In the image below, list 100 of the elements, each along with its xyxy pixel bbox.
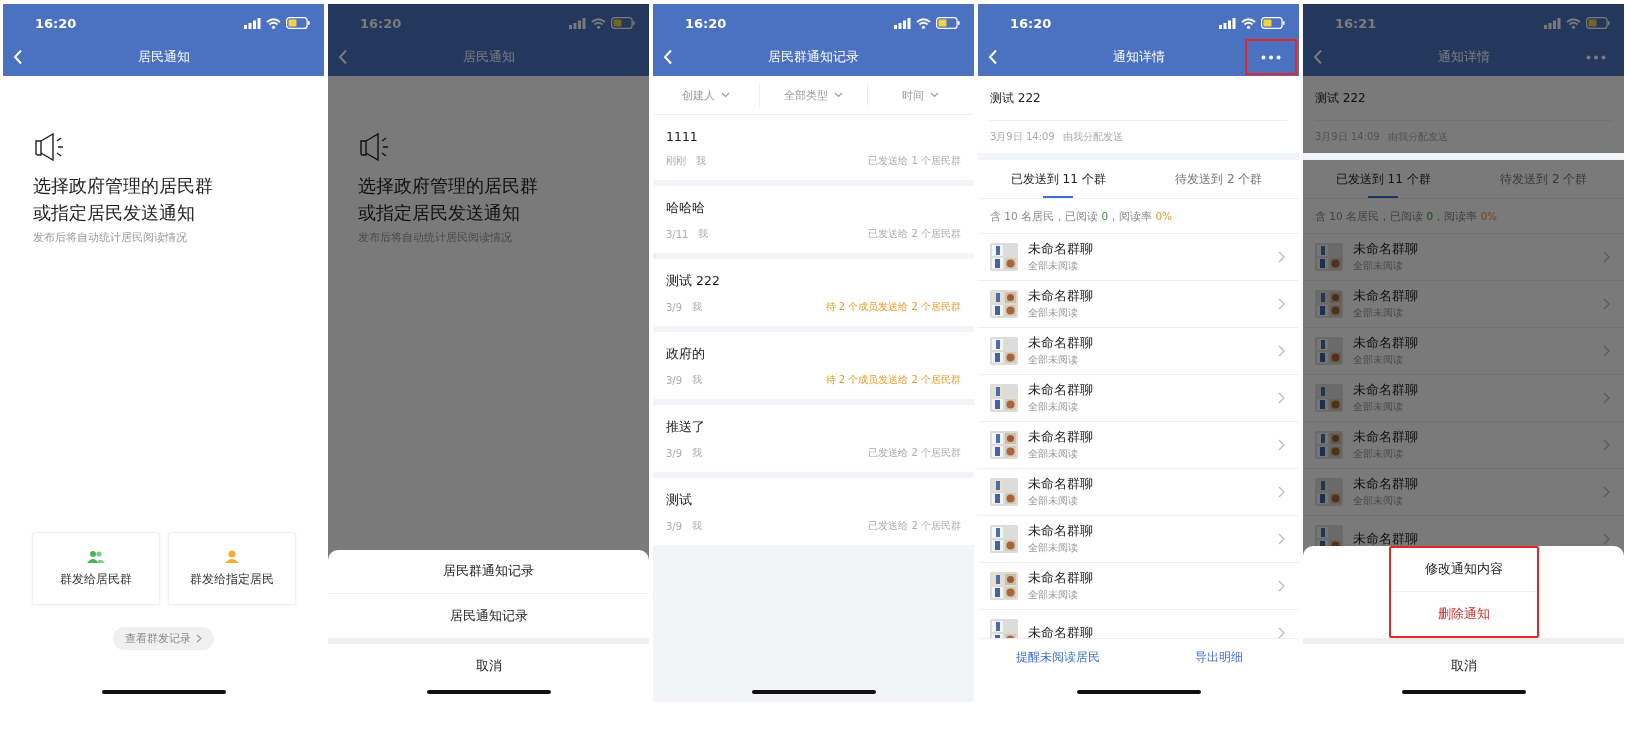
group-name: 未命名群聊 — [1028, 476, 1093, 493]
group-row[interactable]: 未命名群聊 全部未阅读 — [978, 375, 1299, 422]
sheet-option[interactable]: 删除通知 — [1390, 592, 1537, 636]
chevron-icon — [1278, 345, 1285, 357]
group-name: 未命名群聊 — [1028, 382, 1093, 399]
group-name: 未命名群聊 — [1028, 570, 1093, 587]
group-name: 未命名群聊 — [1353, 382, 1418, 399]
back-icon — [338, 49, 348, 65]
record-author: 我 — [692, 519, 703, 533]
footer-link[interactable]: 提醒未阅读居民 — [978, 639, 1139, 676]
group-read-status: 全部未阅读 — [1028, 353, 1078, 367]
group-name: 未命名群聊 — [1353, 530, 1418, 548]
record-date: 3/9 — [666, 374, 683, 386]
more-button[interactable] — [1245, 39, 1297, 75]
group-row[interactable]: 未命名群聊 全部未阅读 — [978, 328, 1299, 375]
back-icon — [988, 49, 998, 65]
send-to-residents-card[interactable]: 群发给指定居民 — [167, 532, 296, 605]
group-row[interactable]: 未命名群聊 全部未阅读 — [978, 563, 1299, 610]
sheet-option[interactable]: 居民通知记录 — [328, 594, 649, 638]
battery-icon — [286, 17, 310, 29]
headline: 选择政府管理的居民群或指定居民发送通知 — [33, 174, 214, 225]
record-status: 已发送给 2 个居民群 — [868, 227, 961, 241]
subtitle: 发布后将自动统计居民阅读情况 — [33, 230, 188, 245]
battery-icon — [1261, 17, 1285, 29]
record-author: 我 — [692, 300, 703, 314]
headline: 选择政府管理的居民群或指定居民发送通知 — [358, 174, 539, 225]
record-status: 已发送给 2 个居民群 — [868, 446, 961, 460]
tab[interactable]: 已发送到 11 个群 — [978, 160, 1139, 198]
record-date: 刚刚 — [666, 154, 686, 168]
record-card[interactable]: 推送了 3/9 我 已发送给 2 个居民群 — [653, 405, 974, 472]
signal-icon — [244, 17, 261, 29]
chevron-icon — [1603, 486, 1610, 498]
footer-link[interactable]: 导出明细 — [1138, 639, 1299, 676]
chevron-icon — [1603, 345, 1610, 357]
sheet-option[interactable]: 修改通知内容 — [1390, 548, 1537, 592]
record-title: 测试 — [666, 492, 692, 509]
back-icon — [663, 49, 673, 65]
record-card[interactable]: 测试 3/9 我 已发送给 2 个居民群 — [653, 478, 974, 545]
group-name: 未命名群聊 — [1028, 429, 1093, 446]
back-button[interactable] — [13, 47, 23, 67]
notice-title: 测试 222 — [1315, 76, 1612, 121]
record-author: 我 — [698, 227, 709, 241]
wifi-icon — [916, 17, 931, 29]
group-name: 未命名群聊 — [1353, 476, 1418, 493]
back-icon — [13, 49, 23, 65]
notice-title: 测试 222 — [990, 76, 1287, 121]
chevron-icon — [1278, 392, 1285, 404]
back-button[interactable] — [338, 47, 348, 67]
group-name: 未命名群聊 — [1028, 288, 1093, 305]
caret-icon — [721, 92, 731, 98]
wifi-icon — [591, 17, 606, 29]
notice-date: 3月9日 14:09 — [990, 130, 1055, 144]
group-read-status: 全部未阅读 — [1028, 588, 1078, 602]
record-card[interactable]: 1111 刚刚 我 已发送给 1 个居民群 — [653, 115, 974, 180]
record-card[interactable]: 政府的 3/9 我 待 2 个成员发送给 2 个居民群 — [653, 332, 974, 399]
record-author: 我 — [692, 446, 703, 460]
record-status: 已发送给 2 个居民群 — [868, 519, 961, 533]
tab[interactable]: 待发送到 2 个群 — [1138, 160, 1299, 198]
record-card[interactable]: 哈哈哈 3/11 我 已发送给 2 个居民群 — [653, 186, 974, 253]
group-name: 未命名群聊 — [1028, 241, 1093, 258]
back-button[interactable] — [663, 47, 673, 67]
group-name: 未命名群聊 — [1353, 288, 1418, 305]
status-time: 16:20 — [360, 15, 402, 31]
chevron-icon — [1278, 251, 1285, 263]
signal-icon — [1544, 17, 1561, 29]
people-icon — [86, 549, 105, 563]
group-name: 未命名群聊 — [1353, 241, 1418, 258]
nav-title: 居民通知 — [136, 48, 191, 66]
wifi-icon — [1566, 17, 1581, 29]
record-title: 1111 — [666, 129, 698, 144]
group-row[interactable]: 未命名群聊 全部未阅读 — [978, 469, 1299, 516]
group-row[interactable]: 未命名群聊 全部未阅读 — [978, 516, 1299, 563]
record-date: 3/9 — [666, 447, 683, 459]
group-row[interactable]: 未命名群聊 全部未阅读 — [978, 422, 1299, 469]
send-to-groups-card[interactable]: 群发给居民群 — [31, 532, 160, 605]
person-icon — [223, 549, 240, 563]
signal-icon — [1219, 17, 1236, 29]
group-name: 未命名群聊 — [1028, 335, 1093, 352]
record-author: 我 — [692, 373, 703, 387]
caret-icon — [834, 92, 843, 98]
record-status: 已发送给 1 个居民群 — [868, 154, 961, 168]
back-button[interactable] — [988, 47, 998, 67]
group-read-status: 全部未阅读 — [1028, 447, 1078, 461]
record-card[interactable]: 测试 222 3/9 我 待 2 个成员发送给 2 个居民群 — [653, 259, 974, 326]
battery-icon — [611, 17, 635, 29]
battery-icon — [1586, 17, 1610, 29]
record-date: 3/9 — [666, 301, 683, 313]
status-time: 16:20 — [685, 15, 727, 31]
chevron-icon — [1603, 533, 1610, 545]
tab[interactable]: 已发送到 11 个群 — [1303, 160, 1464, 198]
nav-title: 通知详情 — [1111, 48, 1166, 66]
record-title: 哈哈哈 — [666, 200, 705, 217]
sheet-option[interactable]: 居民群通知记录 — [328, 550, 649, 594]
group-row[interactable]: 未命名群聊 全部未阅读 — [978, 234, 1299, 281]
signal-icon — [569, 17, 586, 29]
back-button[interactable] — [1313, 47, 1323, 67]
group-row[interactable]: 未命名群聊 全部未阅读 — [978, 281, 1299, 328]
chevron-icon — [1278, 580, 1285, 592]
record-author: 我 — [696, 154, 706, 168]
chevron-icon — [1603, 392, 1610, 404]
